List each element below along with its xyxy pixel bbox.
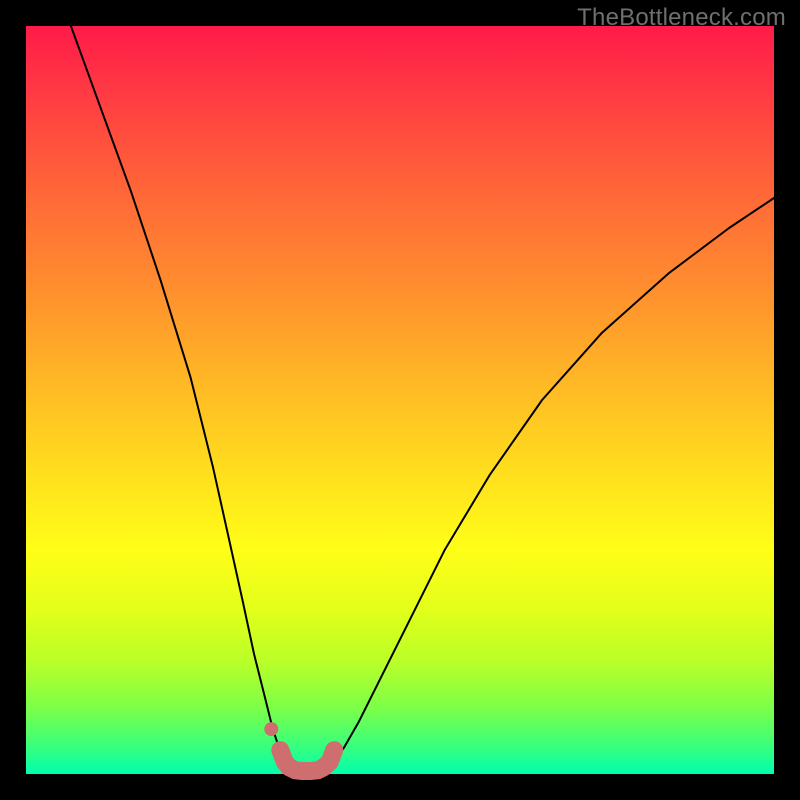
highlight-band bbox=[280, 750, 334, 771]
curve-left-branch bbox=[71, 26, 291, 770]
chart-svg bbox=[0, 0, 800, 800]
highlight-dot bbox=[264, 722, 278, 736]
curve-right-branch bbox=[325, 198, 774, 770]
